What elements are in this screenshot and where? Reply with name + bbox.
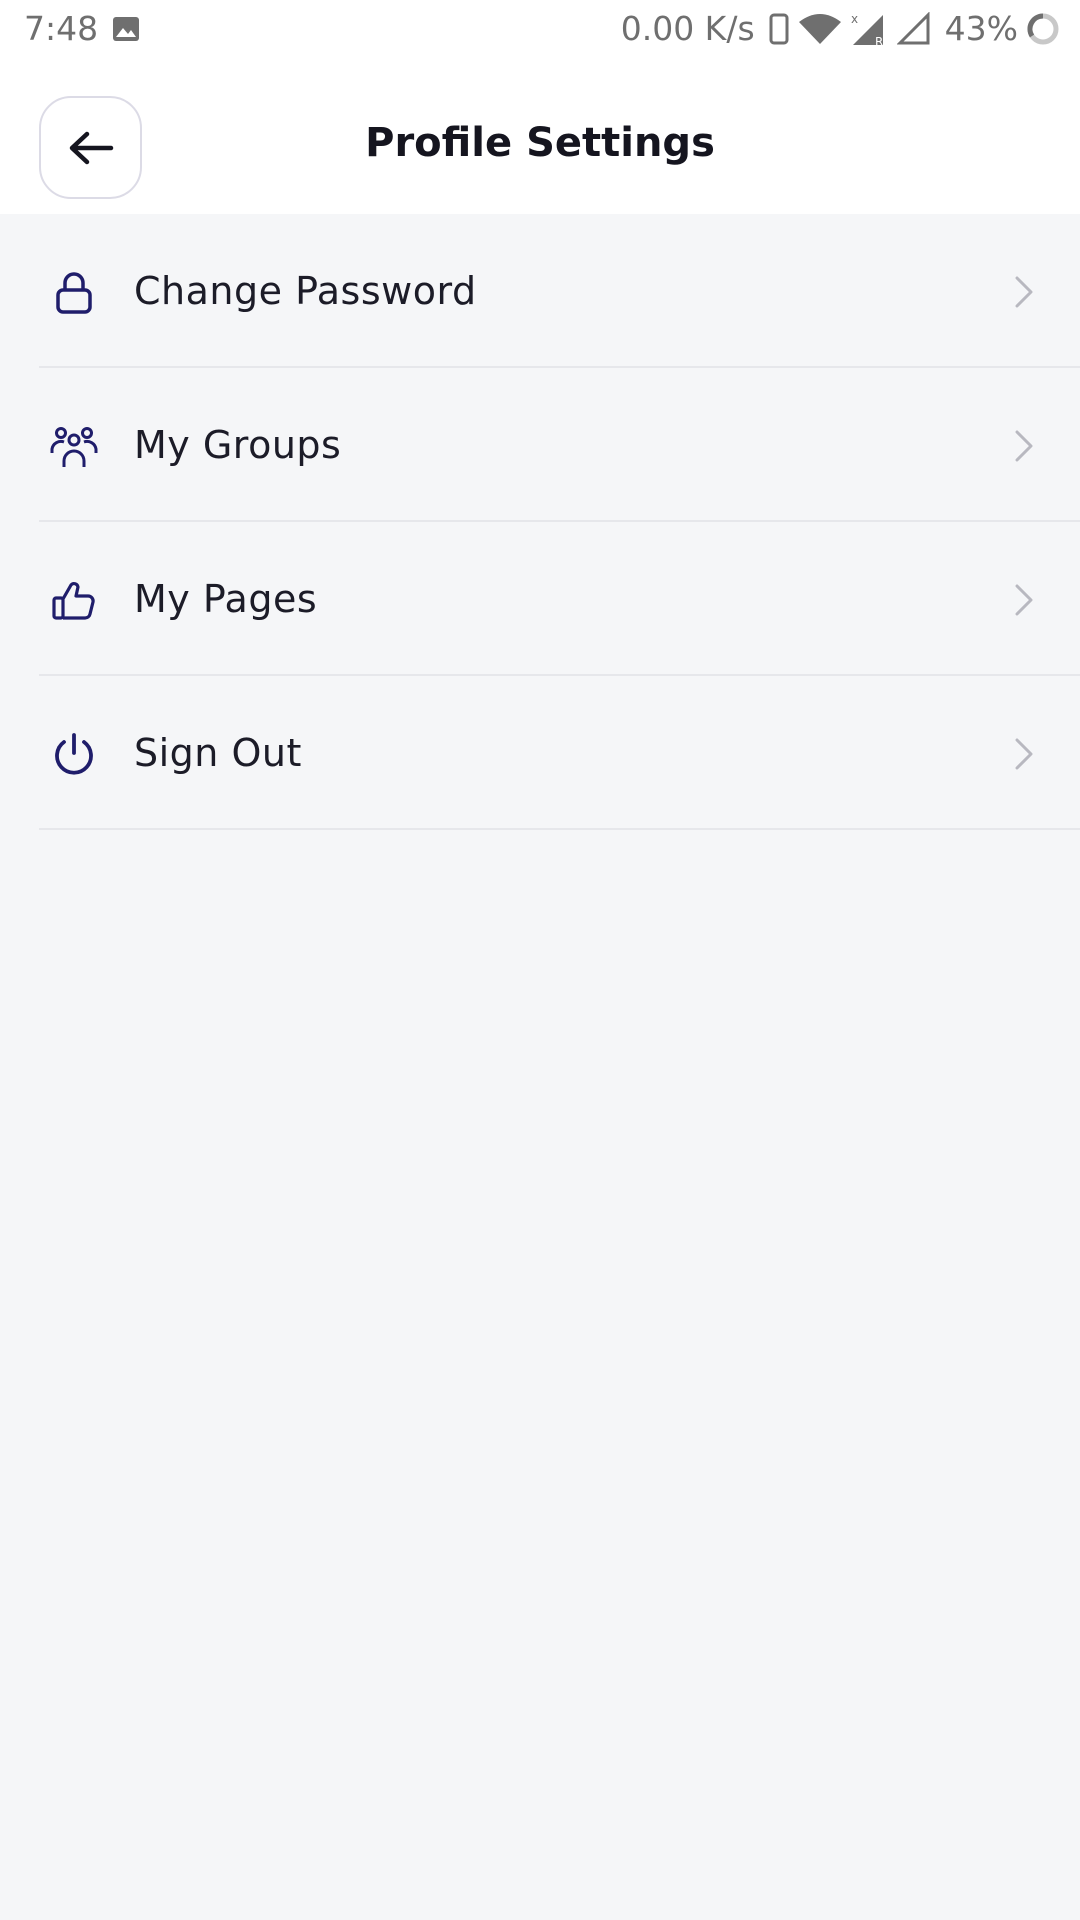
gallery-icon <box>113 17 139 41</box>
chevron-right-icon <box>1015 276 1033 308</box>
vibrate-icon <box>769 13 789 45</box>
status-right: 0.00 K/s x R 43% <box>621 8 1060 50</box>
signal-empty-icon <box>896 12 930 45</box>
signal-icon: x R <box>851 12 883 47</box>
net-speed: 0.00 K/s <box>620 9 755 48</box>
menu-item-sign-out[interactable]: Sign Out <box>0 676 1080 830</box>
page-title: Profile Settings <box>365 120 715 166</box>
chevron-right-icon <box>1015 430 1033 462</box>
wifi-icon <box>798 14 841 44</box>
menu-item-label: Change Password <box>134 269 477 313</box>
screen: 7:48 0.00 K/s x R 43% Profile Settings C… <box>0 0 1080 1920</box>
lock-icon <box>56 272 92 314</box>
chevron-right-icon <box>1015 738 1033 770</box>
header: Profile Settings <box>0 58 1080 214</box>
power-icon <box>55 733 93 775</box>
menu-item-label: My Groups <box>134 423 342 467</box>
menu-item-my-pages[interactable]: My Pages <box>0 522 1080 676</box>
svg-text:R: R <box>875 35 883 47</box>
menu-item-label: Sign Out <box>134 731 302 775</box>
battery-percent: 43% <box>944 9 1018 48</box>
thumbs-up-icon <box>52 582 95 620</box>
svg-text:x: x <box>851 12 858 26</box>
status-time: 7:48 <box>24 9 99 48</box>
battery-ring-icon <box>1027 13 1059 45</box>
menu-item-label: My Pages <box>134 577 318 621</box>
menu-list: Change Password My Groups My Pages Sign … <box>0 214 1080 830</box>
chevron-right-icon <box>1015 584 1033 616</box>
menu-item-my-groups[interactable]: My Groups <box>0 368 1080 522</box>
status-bar: 7:48 0.00 K/s x R 43% <box>0 0 1080 58</box>
menu-item-change-password[interactable]: Change Password <box>0 214 1080 368</box>
users-icon <box>50 427 98 467</box>
